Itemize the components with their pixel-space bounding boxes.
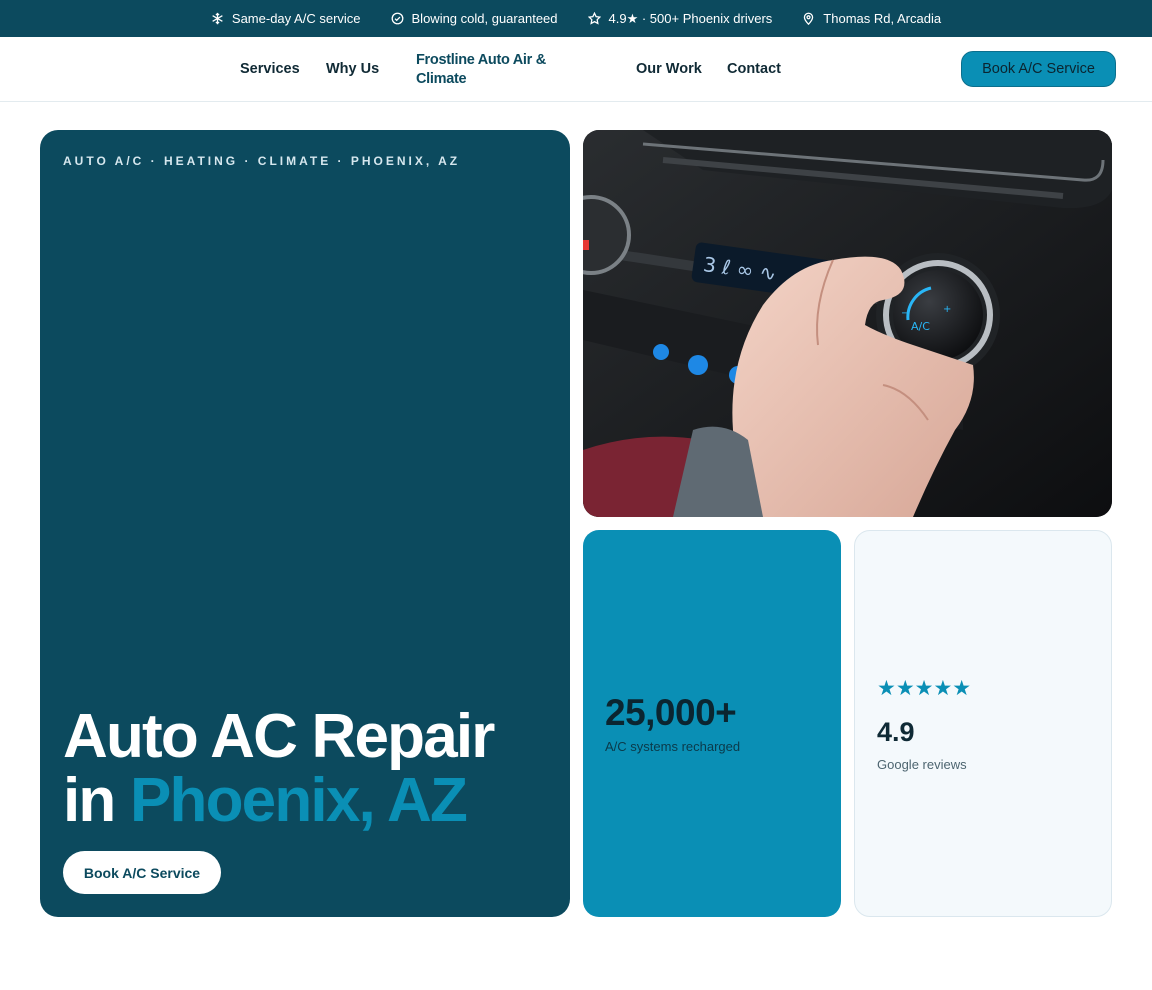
hero-card: AUTO A/C · HEATING · CLIMATE · PHOENIX, … <box>40 130 570 917</box>
svg-text:A/C: A/C <box>911 320 930 333</box>
hero-title-line2-plain: in <box>63 766 130 835</box>
hero-eyebrow: AUTO A/C · HEATING · CLIMATE · PHOENIX, … <box>63 154 461 168</box>
brand-logo[interactable]: Frostline Auto Air & Climate <box>416 51 566 89</box>
nav-link-why-us[interactable]: Why Us <box>326 61 379 77</box>
svg-text:+: + <box>943 304 951 315</box>
hero-title-line1: Auto AC Repair <box>63 702 495 771</box>
photo-illustration: 3 ℓ ∞ ∿ A/C + − <box>583 130 1112 517</box>
book-service-nav-button[interactable]: Book A/C Service <box>961 51 1116 87</box>
topbar-text: Thomas Rd, Arcadia <box>823 11 942 26</box>
star-icon <box>587 12 601 25</box>
topbar-item-location: Thomas Rd, Arcadia <box>802 11 941 26</box>
topbar-item-rating: 4.9★ · 500+ Phoenix drivers <box>587 10 773 27</box>
hero-title-accent: Phoenix, AZ <box>129 766 468 835</box>
check-circle-icon <box>391 12 403 25</box>
snowflake-icon <box>212 12 223 25</box>
topbar-text: Blowing cold, guaranteed <box>411 11 558 26</box>
review-card: ★★★★★ 4.9 Google reviews <box>854 530 1112 917</box>
map-pin-icon <box>804 12 814 25</box>
car-ac-control-photo: 3 ℓ ∞ ∿ A/C + − <box>583 130 1112 517</box>
nav-link-contact[interactable]: Contact <box>727 61 781 77</box>
nav-link-services[interactable]: Services <box>240 61 300 77</box>
topbar-item-service: Same-day A/C service <box>211 11 361 26</box>
stat-value: 25,000+ <box>605 692 737 733</box>
main-nav: Services Why Us Frostline Auto Air & Cli… <box>0 37 1152 102</box>
rating-label: Google reviews <box>877 757 967 772</box>
topbar-item-guarantee: Blowing cold, guaranteed <box>391 11 558 26</box>
rating-value: 4.9 <box>877 717 915 747</box>
nav-link-our-work[interactable]: Our Work <box>636 61 702 77</box>
topbar-text: Same-day A/C service <box>231 11 361 26</box>
svg-text:−: − <box>901 308 909 319</box>
book-service-hero-button[interactable]: Book A/C Service <box>63 851 221 894</box>
rating-stars-icon: ★★★★★ <box>877 677 972 700</box>
stat-label: A/C systems recharged <box>605 739 741 754</box>
hero-title: Auto AC Repair in Phoenix, AZ <box>63 705 563 833</box>
topbar-text: 4.9★ · 500+ Phoenix drivers <box>608 10 773 26</box>
announcement-bar: Same-day A/C service Blowing cold, guara… <box>0 0 1152 37</box>
stat-card: 25,000+ A/C systems recharged <box>583 530 841 917</box>
